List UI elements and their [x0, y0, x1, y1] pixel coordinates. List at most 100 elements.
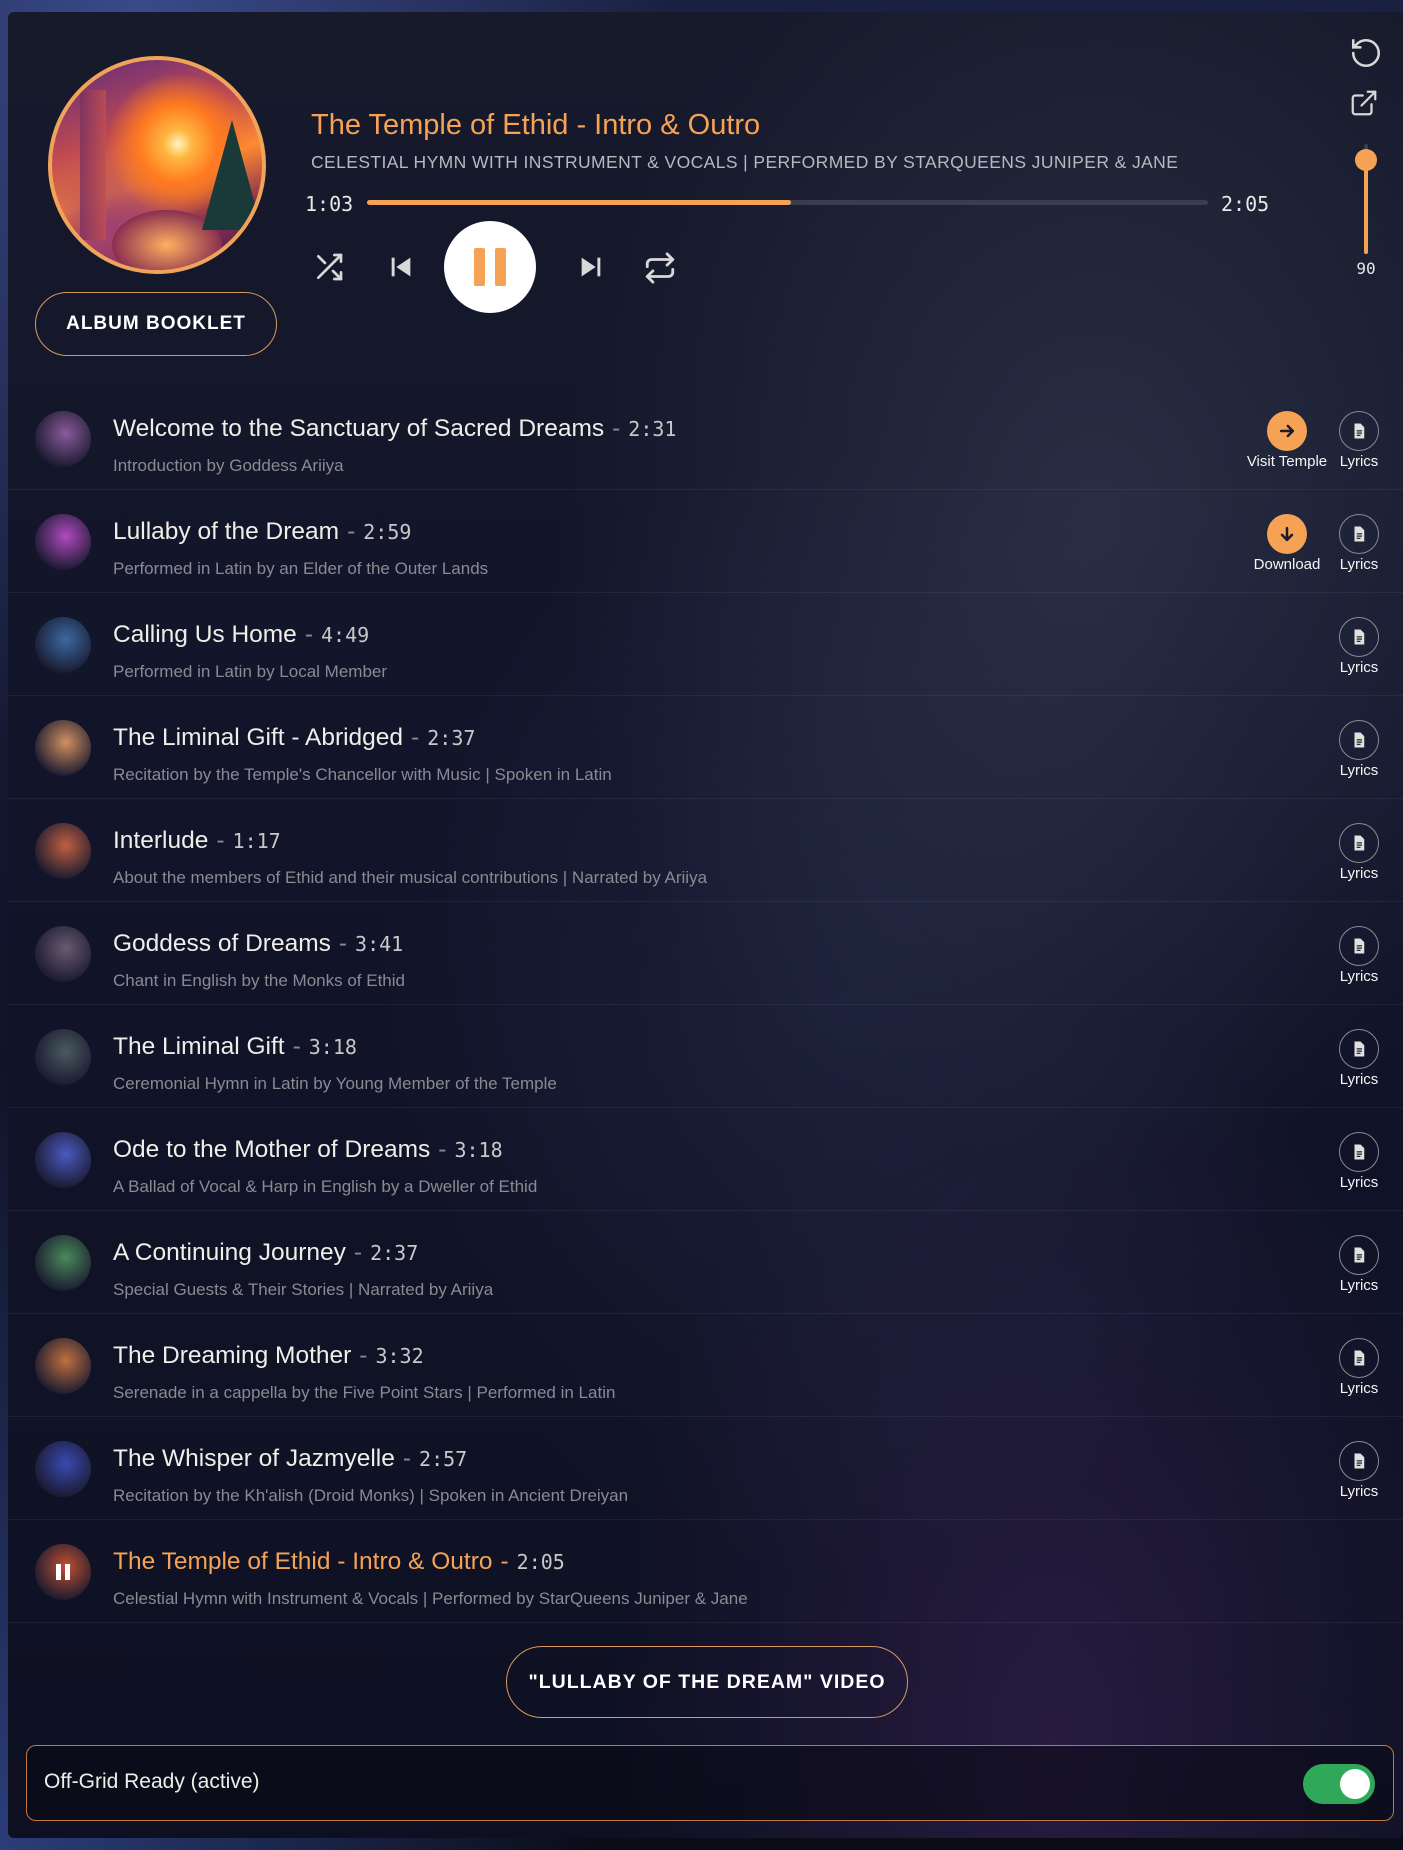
lyrics-button[interactable]: Lyrics	[1331, 411, 1387, 470]
track-thumbnail	[35, 1544, 91, 1600]
track-title[interactable]: Calling Us Home -4:49	[113, 621, 369, 649]
album-art	[48, 56, 266, 274]
progress-fill	[367, 200, 791, 205]
video-button[interactable]: "LULLABY OF THE DREAM" VIDEO	[506, 1646, 908, 1718]
track-row[interactable]: The Whisper of Jazmyelle -2:57 Recitation …	[8, 1417, 1403, 1520]
track-title[interactable]: The Temple of Ethid - Intro & Outro -2:05	[113, 1548, 565, 1576]
track-title[interactable]: The Liminal Gift -3:18	[113, 1033, 357, 1061]
track-description: Serenade in a cappella by the Five Point…	[113, 1383, 616, 1402]
track-description: Ceremonial Hymn in Latin by Young Member…	[113, 1074, 557, 1093]
offgrid-panel: Off-Grid Ready (active)	[26, 1745, 1394, 1821]
track-title[interactable]: Lullaby of the Dream -2:59	[113, 518, 411, 546]
track-duration: 3:41	[355, 932, 404, 956]
lyrics-button[interactable]: Lyrics	[1331, 926, 1387, 985]
track-title[interactable]: A Continuing Journey -2:37	[113, 1239, 418, 1267]
document-icon	[1350, 422, 1368, 440]
track-description: Celestial Hymn with Instrument & Vocals …	[113, 1589, 748, 1608]
pause-button[interactable]	[444, 221, 536, 313]
document-icon	[1350, 1349, 1368, 1367]
lyrics-button[interactable]: Lyrics	[1331, 720, 1387, 779]
track-duration: 2:57	[419, 1447, 468, 1471]
toggle-knob	[1340, 1769, 1370, 1799]
document-icon	[1350, 731, 1368, 749]
track-row[interactable]: The Liminal Gift -3:18 Ceremonial Hymn in …	[8, 1005, 1403, 1108]
shuffle-icon	[313, 251, 345, 283]
lyrics-button[interactable]: Lyrics	[1331, 1235, 1387, 1294]
track-title[interactable]: The Whisper of Jazmyelle -2:57	[113, 1445, 467, 1473]
track-thumbnail	[35, 926, 91, 982]
popout-button[interactable]	[1349, 88, 1383, 122]
track-row[interactable]: Lullaby of the Dream -2:59 Performed in La…	[8, 490, 1403, 593]
track-row[interactable]: The Dreaming Mother -3:32 Serenade in a ca…	[8, 1314, 1403, 1417]
album-booklet-button[interactable]: ALBUM BOOKLET	[35, 292, 277, 356]
track-duration: 3:18	[454, 1138, 503, 1162]
track-thumbnail	[35, 823, 91, 879]
lyrics-button[interactable]: Lyrics	[1331, 617, 1387, 676]
reset-button[interactable]	[1349, 36, 1383, 70]
lyrics-button[interactable]: Lyrics	[1331, 1132, 1387, 1191]
track-thumbnail	[35, 720, 91, 776]
track-title[interactable]: Interlude -1:17	[113, 827, 281, 855]
document-icon	[1350, 1452, 1368, 1470]
track-title[interactable]: Ode to the Mother of Dreams -3:18	[113, 1136, 503, 1164]
track-duration: 2:31	[628, 417, 677, 441]
offgrid-toggle[interactable]	[1303, 1764, 1375, 1804]
track-title[interactable]: Welcome to the Sanctuary of Sacred Dream…	[113, 415, 676, 443]
track-duration: 4:49	[320, 623, 370, 647]
track-row[interactable]: Interlude -1:17 About the members of Ethid…	[8, 799, 1403, 902]
reset-icon	[1349, 38, 1383, 74]
volume-value: 90	[1356, 259, 1376, 278]
lyrics-button[interactable]: Lyrics	[1331, 823, 1387, 882]
current-time: 1:03	[305, 192, 354, 216]
skip-next-icon	[577, 253, 605, 281]
track-description: About the members of Ethid and their mus…	[113, 868, 708, 887]
track-title[interactable]: The Liminal Gift - Abridged -2:37	[113, 724, 475, 752]
track-thumbnail	[35, 617, 91, 673]
track-duration: 3:18	[308, 1035, 357, 1059]
next-button[interactable]	[572, 248, 610, 286]
offgrid-label: Off-Grid Ready (active)	[44, 1770, 260, 1793]
track-description: Special Guests & Their Stories | Narrate…	[113, 1280, 494, 1299]
track-row[interactable]: Calling Us Home -4:49 Performed in Latin b…	[8, 593, 1403, 696]
volume-knob[interactable]	[1355, 149, 1377, 171]
track-row[interactable]: Welcome to the Sanctuary of Sacred Dream…	[8, 387, 1403, 490]
lyrics-button[interactable]: Lyrics	[1331, 514, 1387, 573]
track-row[interactable]: Ode to the Mother of Dreams -3:18 A Ballad…	[8, 1108, 1403, 1211]
document-icon	[1350, 1143, 1368, 1161]
track-duration: 2:37	[427, 726, 476, 750]
track-thumbnail	[35, 1338, 91, 1394]
music-player: ALBUM BOOKLET The Temple of Ethid - Intr…	[8, 12, 1403, 1838]
repeat-button[interactable]	[640, 248, 680, 288]
visit-temple-button[interactable]: Visit Temple	[1237, 411, 1337, 470]
track-description: A Ballad of Vocal & Harp in English by a…	[113, 1177, 538, 1196]
track-description: Chant in English by the Monks of Ethid	[113, 971, 405, 990]
track-row[interactable]: Goddess of Dreams -3:41 Chant in English b…	[8, 902, 1403, 1005]
lyrics-button[interactable]: Lyrics	[1331, 1441, 1387, 1500]
track-description: Performed in Latin by an Elder of the Ou…	[113, 559, 489, 578]
document-icon	[1350, 1246, 1368, 1264]
document-icon	[1350, 834, 1368, 852]
track-title[interactable]: Goddess of Dreams -3:41	[113, 930, 403, 958]
track-thumbnail	[35, 1132, 91, 1188]
document-icon	[1350, 1040, 1368, 1058]
external-link-icon	[1349, 90, 1379, 122]
shuffle-button[interactable]	[310, 248, 348, 286]
lyrics-button[interactable]: Lyrics	[1331, 1029, 1387, 1088]
track-thumbnail	[35, 1235, 91, 1291]
track-title[interactable]: The Dreaming Mother -3:32	[113, 1342, 424, 1370]
track-description: Performed in Latin by Local Member	[113, 662, 388, 681]
now-playing-title: The Temple of Ethid - Intro & Outro	[311, 109, 761, 141]
track-row[interactable]: The Temple of Ethid - Intro & Outro -2:05…	[8, 1520, 1403, 1623]
lyrics-button[interactable]: Lyrics	[1331, 1338, 1387, 1397]
track-description: Recitation by the Kh'alish (Droid Monks)…	[113, 1486, 629, 1505]
now-playing-subtitle: CELESTIAL HYMN WITH INSTRUMENT & VOCALS …	[311, 152, 1179, 172]
track-thumbnail	[35, 1029, 91, 1085]
track-row[interactable]: The Liminal Gift - Abridged -2:37 Recitati…	[8, 696, 1403, 799]
download-button[interactable]: Download	[1237, 514, 1337, 573]
progress-bar[interactable]	[367, 200, 1208, 205]
track-row[interactable]: A Continuing Journey -2:37 Special Guests …	[8, 1211, 1403, 1314]
document-icon	[1350, 937, 1368, 955]
document-icon	[1350, 628, 1368, 646]
previous-button[interactable]	[382, 248, 420, 286]
pause-icon	[474, 248, 485, 286]
